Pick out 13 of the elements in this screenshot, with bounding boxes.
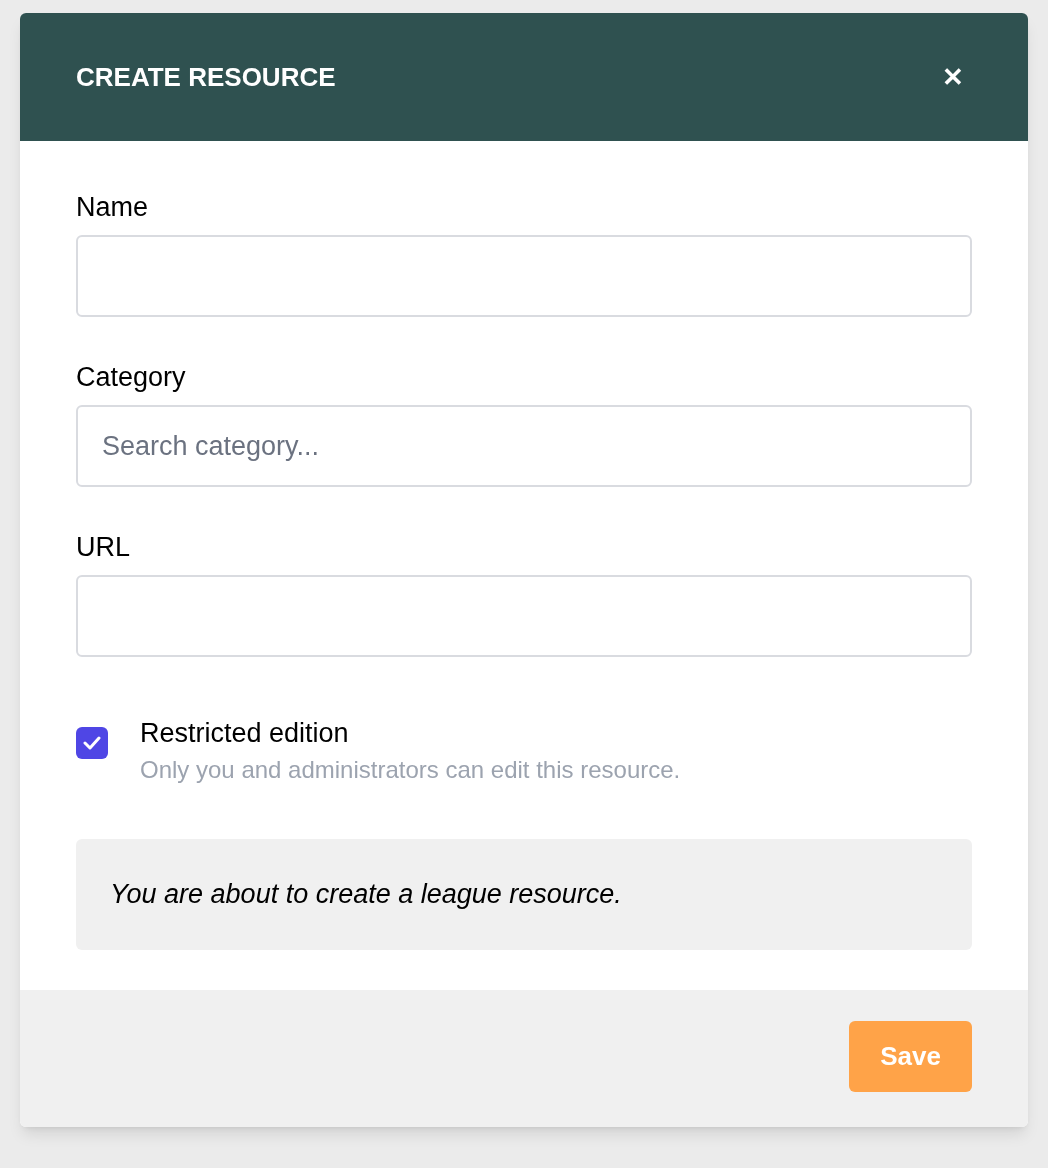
checkbox-label: Restricted edition — [140, 717, 350, 750]
checkbox[interactable] — [76, 727, 108, 759]
input-field[interactable] — [76, 235, 972, 317]
checkbox-description: Only you and administrators can edit this resource. — [140, 755, 681, 785]
field-label: Name — [76, 191, 150, 224]
close-button[interactable]: ✕ — [942, 64, 964, 90]
field-label: Category — [76, 361, 187, 394]
input-field[interactable]: Search category... — [76, 405, 972, 487]
input-field[interactable] — [76, 575, 972, 657]
checkmark-icon — [83, 736, 101, 750]
dialog-title: CREATE RESOURCE — [76, 60, 336, 94]
notice-text: You are about to create a league resource. — [110, 878, 622, 912]
field-label: URL — [76, 531, 131, 564]
